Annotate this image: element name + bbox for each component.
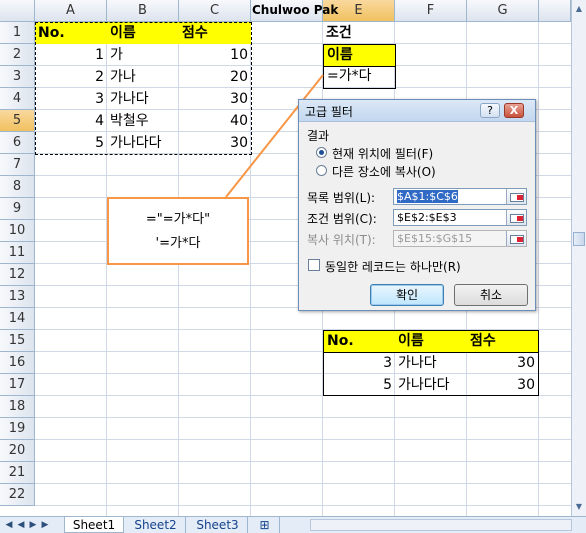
- scroll-down-icon[interactable]: ▼: [574, 502, 584, 512]
- copy-to-label: 복사 위치(T):: [307, 233, 376, 247]
- horizontal-scrollbar[interactable]: [310, 519, 572, 531]
- callout-line-1: ="=가*다": [145, 212, 211, 227]
- unique-records-checkbox[interactable]: [308, 259, 320, 271]
- callout-line-2: '=가*다: [155, 236, 201, 251]
- next-sheet-icon[interactable]: ▶: [28, 519, 38, 531]
- list-range-input[interactable]: $A$1:$C$6: [393, 188, 527, 205]
- criteria-range-value: $E$2:$E$3: [397, 211, 457, 224]
- callout-box[interactable]: ="=가*다" '=가*다: [107, 197, 249, 265]
- tab-sheet2[interactable]: Sheet2: [126, 517, 186, 533]
- filter-in-place-label[interactable]: 현재 위치에 필터(F): [332, 145, 433, 162]
- list-range-value: $A$1:$C$6: [397, 190, 458, 203]
- copy-to-option-label[interactable]: 다른 장소에 복사(O): [332, 163, 436, 180]
- copy-to-value: $E$15:$G$15: [397, 232, 473, 245]
- list-range-collapse-icon[interactable]: [506, 189, 526, 204]
- ok-button[interactable]: 확인: [370, 284, 444, 306]
- scroll-up-icon[interactable]: ▲: [574, 4, 584, 14]
- dialog-titlebar[interactable]: 고급 필터 ? X: [299, 100, 535, 122]
- radio-copy-to[interactable]: [316, 165, 327, 176]
- tab-sheet1[interactable]: Sheet1: [64, 517, 124, 533]
- sheet-tab-bar: ◀ ◀ ▶ ▶ Sheet1 Sheet2 Sheet3 ⊞: [0, 516, 586, 533]
- copy-to-input[interactable]: $E$15:$G$15: [393, 230, 527, 247]
- help-button[interactable]: ?: [480, 103, 500, 118]
- scroll-thumb[interactable]: [573, 232, 585, 246]
- criteria-range-input[interactable]: $E$2:$E$3: [393, 209, 527, 226]
- tab-sheet3[interactable]: Sheet3: [188, 517, 248, 533]
- copy-to-collapse-icon[interactable]: [506, 231, 526, 246]
- prev-sheet-icon[interactable]: ◀: [16, 519, 26, 531]
- list-range-label: 목록 범위(L):: [307, 191, 376, 205]
- spreadsheet-grid[interactable]: A B C D E F G Chulwoo Pak 12345678910111…: [0, 0, 586, 533]
- last-sheet-icon[interactable]: ▶: [40, 519, 50, 531]
- advanced-filter-dialog[interactable]: 고급 필터 ? X 결과 현재 위치에 필터(F) 다른 장소에 복사(O) 목…: [298, 99, 536, 311]
- insert-sheet-icon[interactable]: ⊞: [250, 517, 280, 533]
- dialog-title: 고급 필터: [305, 105, 353, 119]
- vertical-scrollbar[interactable]: ▲ ▼: [571, 0, 586, 516]
- criteria-range-label: 조건 범위(C):: [307, 212, 377, 226]
- radio-filter-in-place[interactable]: [316, 147, 327, 158]
- criteria-range-collapse-icon[interactable]: [506, 210, 526, 225]
- result-group-label: 결과: [307, 129, 330, 143]
- cancel-button[interactable]: 취소: [454, 284, 528, 306]
- close-button[interactable]: X: [504, 103, 524, 118]
- first-sheet-icon[interactable]: ◀: [4, 519, 14, 531]
- unique-records-label[interactable]: 동일한 레코드는 하나만(R): [325, 258, 461, 275]
